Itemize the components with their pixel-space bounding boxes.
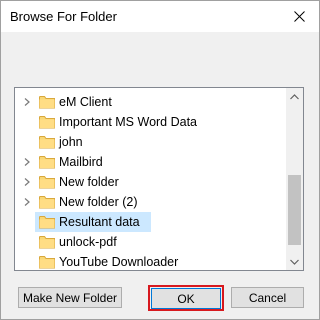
folder-tree-item-label: YouTube Downloader <box>59 255 179 269</box>
folder-tree-item[interactable]: Important MS Word Data <box>15 112 286 132</box>
chevron-down-icon <box>290 259 299 265</box>
folder-icon <box>39 256 55 269</box>
folder-tree-item[interactable]: john <box>15 132 286 152</box>
folder-tree-item[interactable]: Mailbird <box>15 152 286 172</box>
scroll-up-button[interactable] <box>286 88 303 105</box>
cancel-button[interactable]: Cancel <box>231 287 304 308</box>
folder-icon <box>39 136 55 149</box>
chevron-right-icon[interactable] <box>22 177 32 187</box>
folder-icon <box>39 116 55 129</box>
folder-icon <box>39 96 55 109</box>
cancel-label: Cancel <box>248 290 287 305</box>
folder-tree-rows: eM Client Important MS Word Data john Mailb… <box>15 88 286 270</box>
folder-tree-item-label: john <box>59 135 83 149</box>
folder-tree-item[interactable]: Resultant data <box>15 212 286 232</box>
chevron-right-icon[interactable] <box>22 157 32 167</box>
folder-tree-item[interactable]: eM Client <box>15 92 286 112</box>
ok-label: OK <box>177 291 195 306</box>
folder-tree-item-label: eM Client <box>59 95 112 109</box>
scrollbar-thumb[interactable] <box>288 175 301 245</box>
folder-tree-item-label: Resultant data <box>59 215 140 229</box>
folder-tree-item-label: New folder <box>59 175 119 189</box>
folder-tree-item[interactable]: New folder (2) <box>15 192 286 212</box>
browse-for-folder-dialog: Browse For Folder eM Client Important MS … <box>0 0 320 320</box>
close-button[interactable] <box>279 1 319 32</box>
folder-tree-item[interactable]: YouTube Downloader <box>15 252 286 270</box>
title-bar: Browse For Folder <box>1 1 319 32</box>
folder-icon <box>39 216 55 229</box>
folder-icon <box>39 176 55 189</box>
folder-icon <box>39 156 55 169</box>
ok-button[interactable]: OK <box>151 288 221 309</box>
folder-tree-item-label: Mailbird <box>59 155 103 169</box>
dialog-title: Browse For Folder <box>10 9 117 24</box>
folder-tree-item[interactable]: New folder <box>15 172 286 192</box>
folder-tree-item[interactable]: unlock-pdf <box>15 232 286 252</box>
folder-tree-item-label: unlock-pdf <box>59 235 117 249</box>
make-new-folder-button[interactable]: Make New Folder <box>18 287 122 308</box>
folder-tree-item-label: Important MS Word Data <box>59 115 198 129</box>
scroll-down-button[interactable] <box>286 253 303 270</box>
chevron-right-icon[interactable] <box>22 97 32 107</box>
folder-tree-item-label: New folder (2) <box>59 195 138 209</box>
folder-icon <box>39 236 55 249</box>
folder-tree[interactable]: eM Client Important MS Word Data john Mailb… <box>14 87 304 271</box>
chevron-right-icon[interactable] <box>22 197 32 207</box>
folder-icon <box>39 196 55 209</box>
vertical-scrollbar[interactable] <box>286 88 303 270</box>
chevron-up-icon <box>290 93 299 99</box>
make-new-folder-label: Make New Folder <box>22 290 118 305</box>
close-icon <box>293 11 305 22</box>
